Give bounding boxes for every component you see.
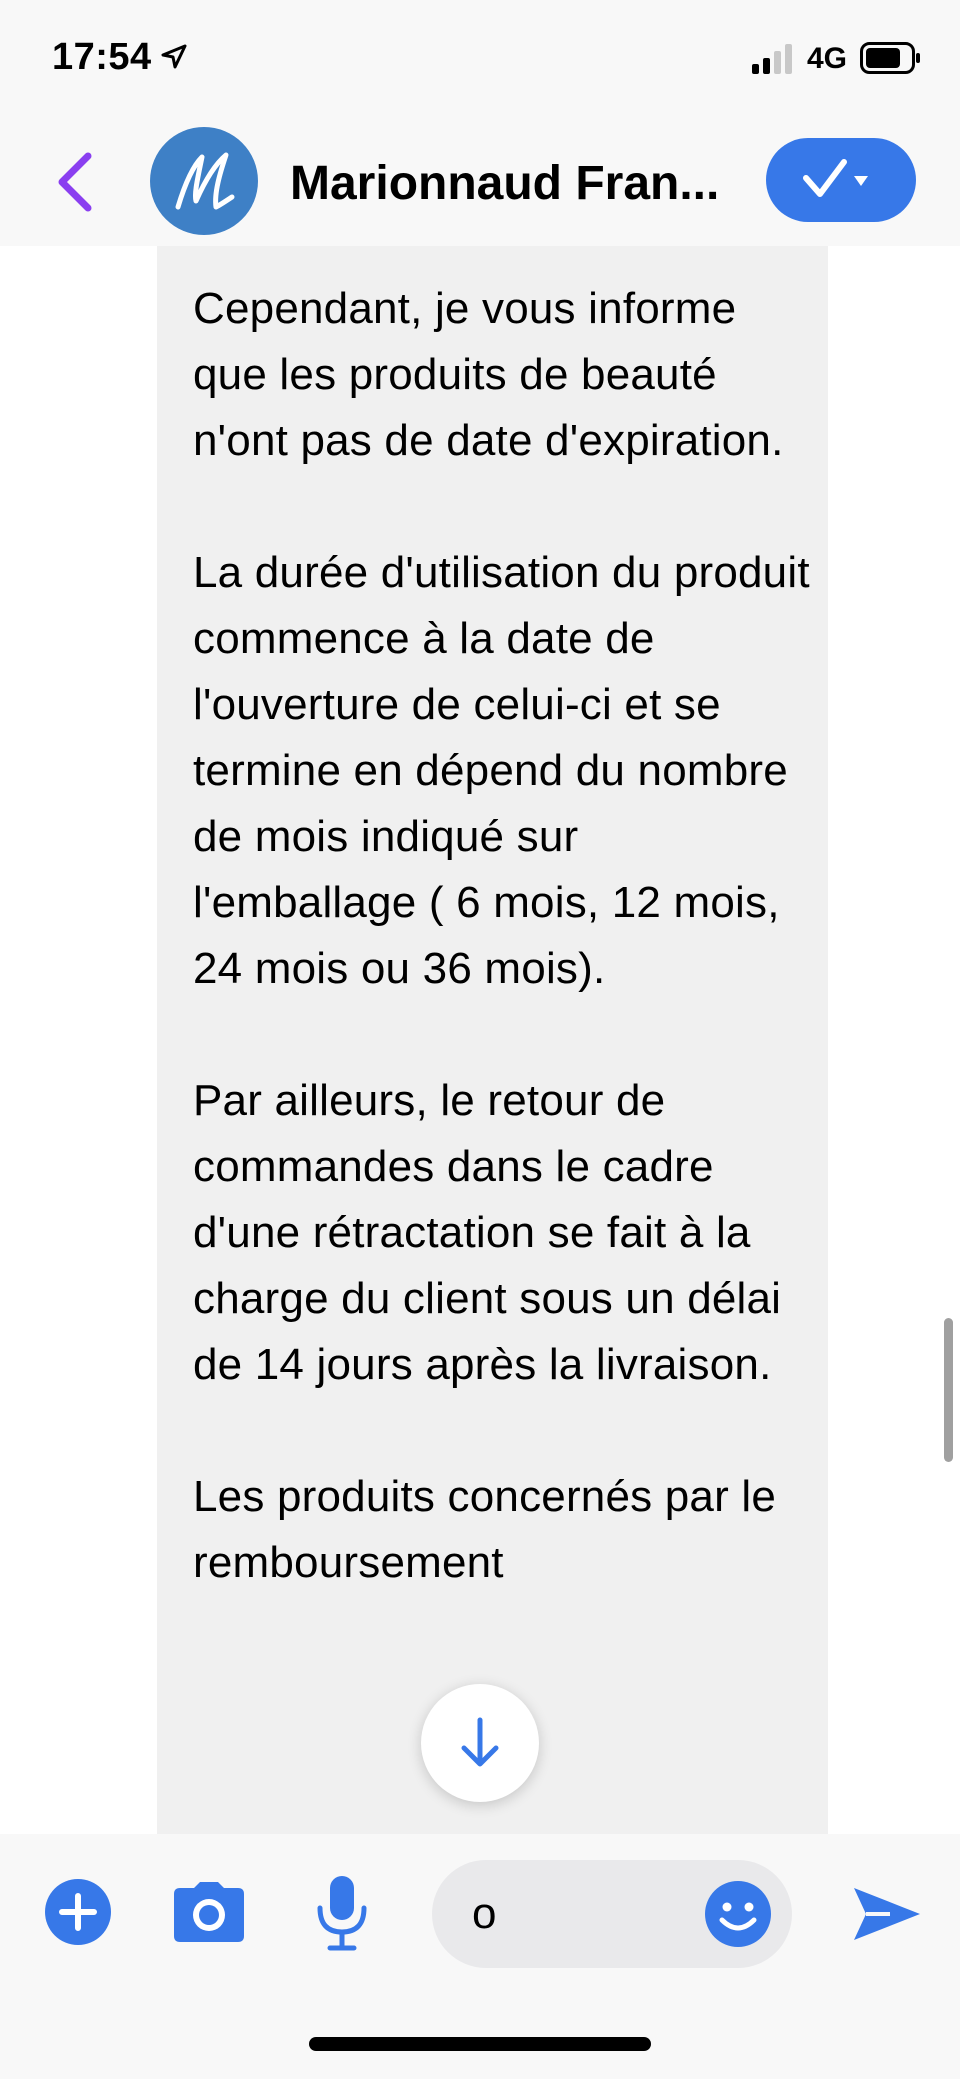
message-text: Cependant, je vous informe que les produ…: [193, 276, 813, 1662]
message-paragraph: Par ailleurs, le retour de commandes dan…: [193, 1076, 782, 1389]
message-bubble[interactable]: Cependant, je vous informe que les produ…: [157, 246, 828, 1834]
message-input-container[interactable]: [432, 1860, 792, 1968]
conversation-header: Marionnaud Fran...: [0, 120, 960, 246]
contact-name[interactable]: Marionnaud Fran...: [290, 156, 760, 211]
plus-icon[interactable]: [44, 1878, 112, 1946]
message-input[interactable]: [472, 1888, 692, 1940]
emoji-icon[interactable]: [704, 1880, 772, 1948]
location-arrow-icon: [161, 44, 187, 69]
message-paragraph: Les produits concernés par le remboursem…: [193, 1472, 777, 1587]
composer: [0, 1834, 960, 2079]
resolve-status-button[interactable]: [766, 138, 916, 222]
message-paragraph: La durée d'utilisation du produit commen…: [193, 548, 810, 993]
microphone-icon[interactable]: [314, 1874, 370, 1952]
home-indicator: [309, 2037, 651, 2051]
camera-icon[interactable]: [172, 1880, 246, 1944]
status-bar: 17:54 4G: [0, 0, 960, 120]
battery-icon: [860, 42, 920, 74]
chevron-left-icon[interactable]: [52, 150, 96, 214]
messenger-screen: 17:54 4G Marionnaud Fran... Cependant, j…: [0, 0, 960, 2079]
message-list[interactable]: Cependant, je vous informe que les produ…: [0, 246, 960, 1834]
arrow-down-icon: [461, 1717, 499, 1767]
scrollbar-thumb[interactable]: [944, 1318, 953, 1462]
signal-bars-icon: [752, 44, 792, 74]
status-time: 17:54: [52, 36, 152, 78]
send-icon[interactable]: [850, 1884, 922, 1944]
network-type: 4G: [807, 42, 848, 75]
scroll-to-bottom-button[interactable]: [421, 1684, 539, 1802]
marionnaud-logo: [175, 152, 235, 210]
checkmark-dropdown-icon: [803, 159, 868, 197]
avatar[interactable]: [150, 127, 258, 235]
message-paragraph: Cependant, je vous informe que les produ…: [193, 284, 784, 465]
